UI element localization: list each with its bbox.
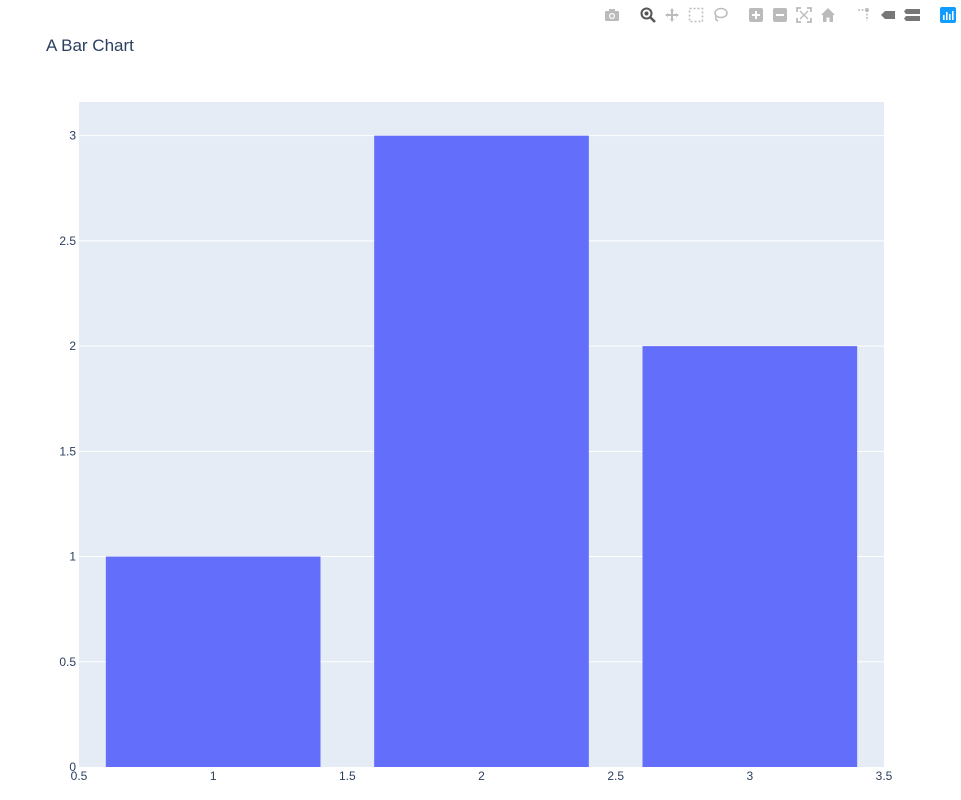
x-axis-ticks: 0.5 1 1.5 2 2.5 3 3.5 bbox=[71, 769, 893, 783]
y-tick-label: 2.5 bbox=[59, 234, 76, 248]
x-tick-label: 2.5 bbox=[607, 769, 624, 783]
y-tick-label: 0 bbox=[69, 760, 76, 774]
bar[interactable] bbox=[374, 135, 589, 767]
x-tick-label: 1 bbox=[210, 769, 217, 783]
bar[interactable] bbox=[105, 556, 321, 767]
x-tick-label: 3.5 bbox=[876, 769, 893, 783]
y-tick-label: 2 bbox=[69, 339, 76, 353]
y-tick-label: 1.5 bbox=[59, 444, 76, 458]
bar[interactable] bbox=[642, 346, 858, 767]
bar-chart[interactable]: 0.5 1 1.5 2 2.5 3 3.5 0 0.5 1 1.5 2 2.5 3 bbox=[0, 0, 961, 800]
x-tick-label: 2 bbox=[478, 769, 485, 783]
x-tick-label: 1.5 bbox=[339, 769, 356, 783]
y-axis-ticks: 0 0.5 1 1.5 2 2.5 3 bbox=[59, 129, 76, 774]
y-tick-label: 0.5 bbox=[59, 655, 76, 669]
y-tick-label: 3 bbox=[69, 129, 76, 143]
y-tick-label: 1 bbox=[69, 550, 76, 564]
x-tick-label: 3 bbox=[746, 769, 753, 783]
